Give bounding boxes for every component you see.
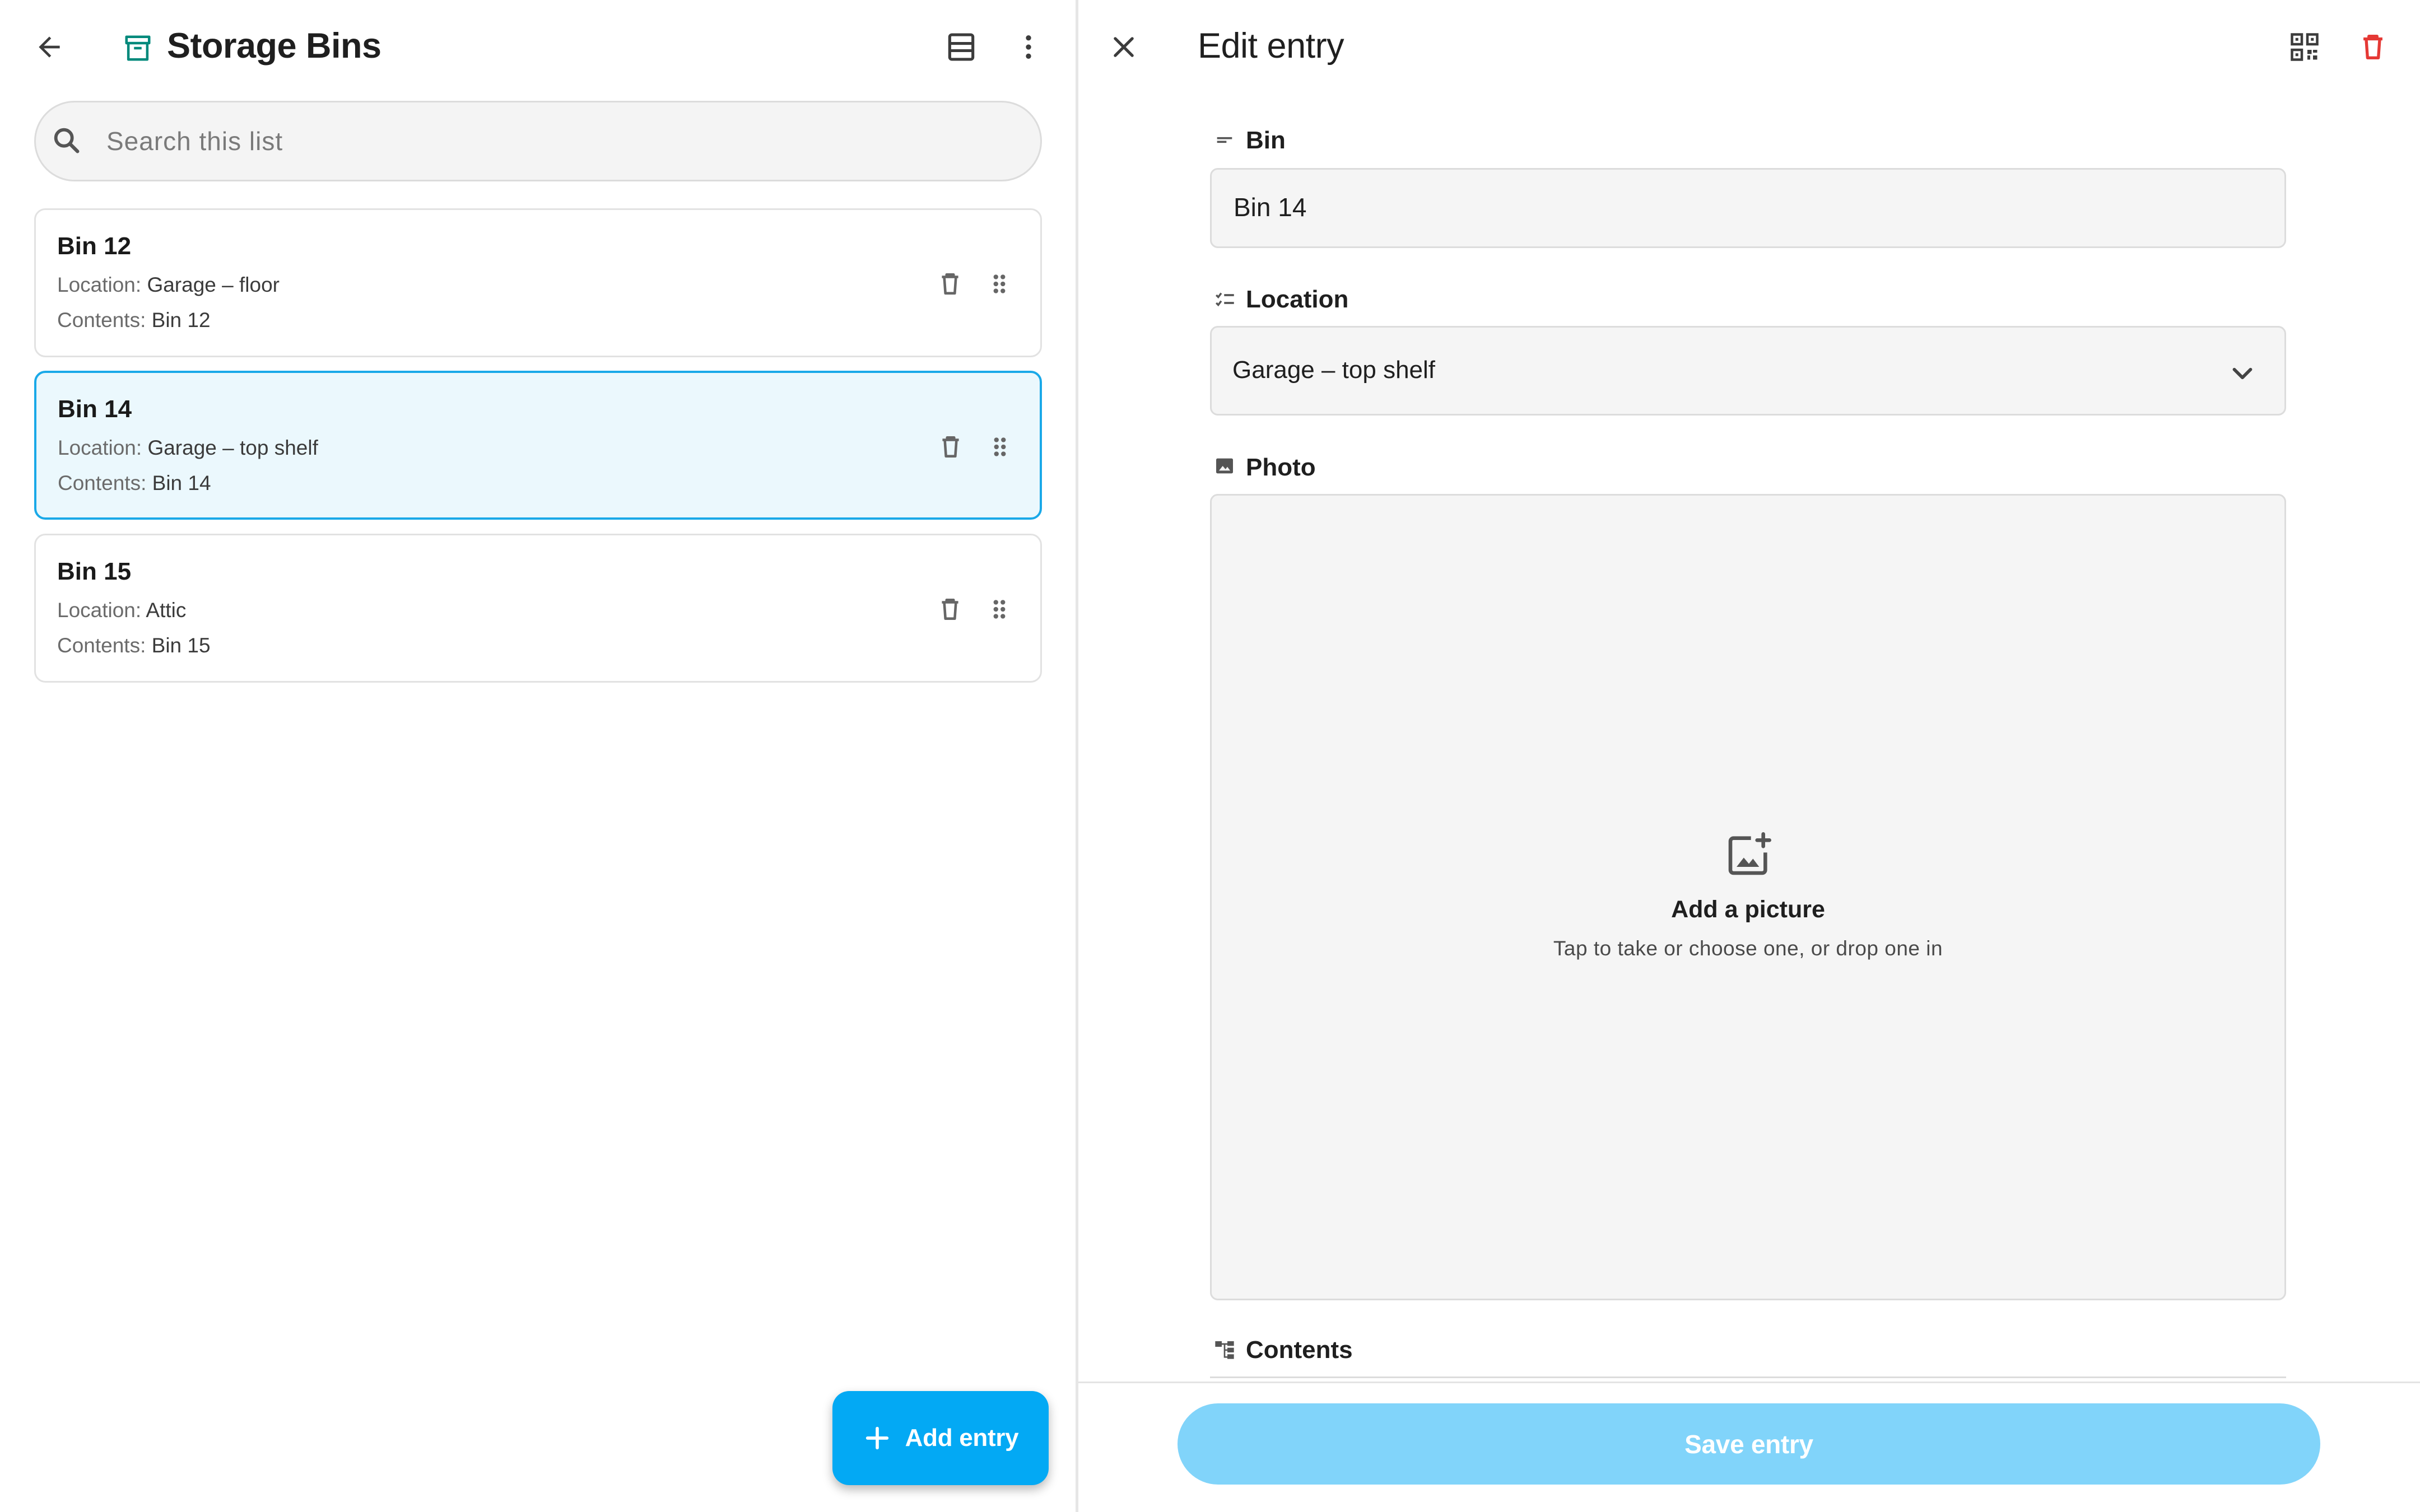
save-entry-label: Save entry	[1684, 1429, 1813, 1459]
arrow-left-icon	[39, 36, 60, 58]
bin-input[interactable]	[1234, 188, 2264, 227]
add-entry-button[interactable]: Add entry	[832, 1391, 1049, 1485]
bin-label: Bin	[1246, 127, 1286, 154]
delete-entry-button[interactable]	[934, 430, 967, 464]
more-vert-icon	[1026, 35, 1031, 59]
app-root: Storage Bins Bin 12 Location: Garage – f…	[0, 0, 2420, 1512]
drag-indicator-icon	[993, 600, 1006, 619]
close-icon	[1114, 37, 1134, 57]
entry-title: Bin 15	[57, 558, 132, 585]
drag-handle[interactable]	[983, 267, 1016, 301]
add-photo-icon	[1724, 830, 1774, 882]
search-icon	[50, 124, 83, 160]
photo-subtitle: Tap to take or choose one, or drop one i…	[1553, 937, 1943, 960]
list-title: Storage Bins	[167, 26, 381, 66]
entry-title: Bin 14	[58, 395, 132, 423]
entry-location: Location: Garage – top shelf	[58, 436, 318, 459]
qr-code-button[interactable]	[2284, 27, 2325, 67]
editor-title: Edit entry	[1198, 26, 1344, 66]
drag-handle[interactable]	[983, 430, 1017, 464]
drag-indicator-icon	[994, 437, 1006, 456]
location-selected-value: Garage – top shelf	[1232, 356, 1436, 384]
archive-box-icon	[121, 31, 155, 65]
list-menu-button[interactable]	[1008, 27, 1049, 67]
photo-title: Add a picture	[1671, 896, 1825, 923]
contents-label: Contents	[1246, 1336, 1353, 1364]
entry-contents: Contents: Bin 14	[58, 472, 211, 494]
photo-label: Photo	[1246, 454, 1316, 481]
close-editor-button[interactable]	[1104, 27, 1144, 67]
location-label: Location	[1246, 286, 1349, 313]
entry-location: Location: Attic	[57, 599, 187, 622]
entry-card-bin-14[interactable]: Bin 14 Location: Garage – top shelf Cont…	[34, 371, 1042, 520]
entry-title: Bin 12	[57, 232, 132, 260]
delete-entry-editor-button[interactable]	[2353, 27, 2393, 67]
chevron-down-icon	[2226, 357, 2259, 393]
delete-entry-button[interactable]	[933, 592, 967, 626]
view-toggle-button[interactable]	[941, 27, 981, 67]
drag-indicator-icon	[993, 274, 1006, 293]
checklist-icon	[1213, 287, 1237, 314]
trash-icon	[942, 436, 959, 458]
entry-card-bin-12[interactable]: Bin 12 Location: Garage – floor Contents…	[34, 208, 1042, 357]
entry-card-bin-15[interactable]: Bin 15 Location: Attic Contents: Bin 15	[34, 534, 1042, 683]
trash-icon	[942, 273, 958, 295]
entry-location: Location: Garage – floor	[57, 273, 280, 296]
account-tree-icon	[1213, 1338, 1236, 1364]
entry-contents: Contents: Bin 12	[57, 309, 211, 332]
entry-contents: Contents: Bin 15	[57, 634, 211, 657]
image-icon	[1213, 455, 1236, 480]
save-entry-button[interactable]: Save entry	[1178, 1403, 2320, 1485]
short-text-icon	[1213, 129, 1236, 154]
qr-code-icon	[2291, 33, 2319, 61]
drag-handle[interactable]	[983, 592, 1016, 626]
back-button[interactable]	[29, 27, 69, 67]
list-pane: Storage Bins Bin 12 Location: Garage – f…	[0, 0, 1076, 1512]
delete-entry-button[interactable]	[933, 267, 967, 301]
trash-icon	[942, 599, 958, 620]
trash-icon	[2363, 35, 2382, 59]
view-agenda-icon	[948, 33, 975, 61]
add-entry-label: Add entry	[905, 1424, 1019, 1452]
plus-icon	[865, 1426, 888, 1450]
search-input[interactable]	[106, 119, 1003, 164]
